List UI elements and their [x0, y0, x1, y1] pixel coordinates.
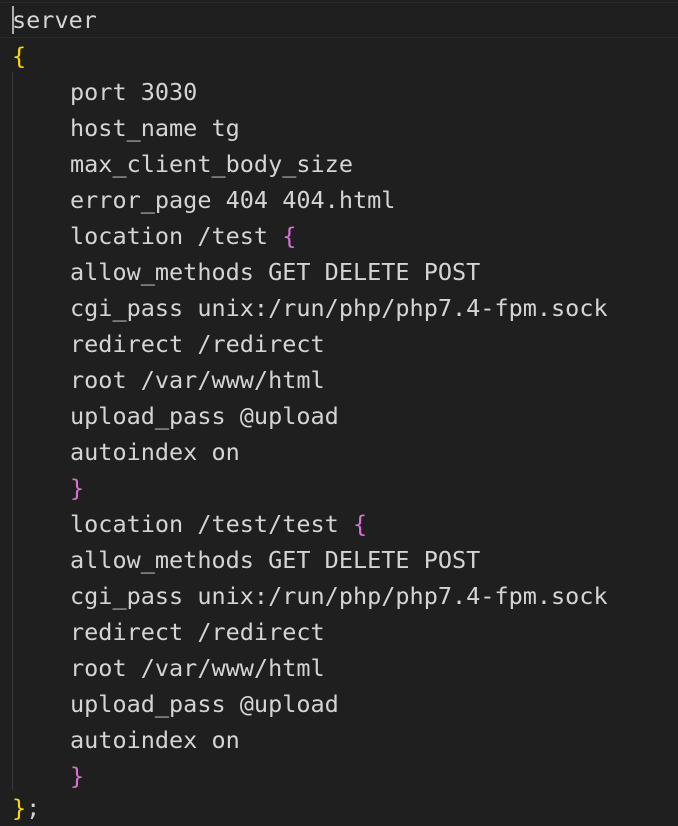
code-line-13[interactable]: autoindex on	[70, 434, 240, 470]
code-text: host_name tg	[70, 114, 240, 142]
code-line-6[interactable]: error_page 404 404.html	[70, 182, 395, 218]
code-text: allow_methods GET DELETE POST	[70, 546, 481, 574]
location-open-brace: {	[352, 510, 368, 538]
code-line-9[interactable]: cgi_pass unix:/run/php/php7.4-fpm.sock	[70, 290, 608, 326]
code-line-22[interactable]: }	[70, 758, 84, 794]
code-line-17[interactable]: cgi_pass unix:/run/php/php7.4-fpm.sock	[70, 578, 608, 614]
code-line-20[interactable]: upload_pass @upload	[70, 686, 339, 722]
code-line-2[interactable]: {	[12, 38, 26, 74]
code-line-10[interactable]: redirect /redirect	[70, 326, 325, 362]
indent-guide	[12, 72, 13, 790]
code-text: cgi_pass unix:/run/php/php7.4-fpm.sock	[70, 294, 608, 322]
code-text: port 3030	[70, 78, 198, 106]
code-line-15[interactable]: location /test/test {	[70, 506, 367, 542]
code-text: root /var/www/html	[70, 366, 325, 394]
code-line-11[interactable]: root /var/www/html	[70, 362, 325, 398]
location-close-brace: }	[70, 762, 85, 790]
code-text: redirect /redirect	[70, 330, 325, 358]
code-line-8[interactable]: allow_methods GET DELETE POST	[70, 254, 480, 290]
close-brace: }	[12, 794, 27, 822]
code-text: error_page 404 404.html	[70, 186, 396, 214]
code-line-3[interactable]: port 3030	[70, 74, 197, 110]
location-open-brace: {	[282, 222, 297, 250]
code-line-19[interactable]: root /var/www/html	[70, 650, 325, 686]
code-editor[interactable]: server { port 3030 host_name tg max_clie…	[0, 0, 678, 826]
code-line-18[interactable]: redirect /redirect	[70, 614, 325, 650]
code-text: allow_methods GET DELETE POST	[70, 258, 481, 286]
current-line-highlight	[0, 2, 678, 38]
code-line-14[interactable]: }	[70, 470, 84, 506]
code-line-7[interactable]: location /test {	[70, 218, 296, 254]
code-text: autoindex on	[70, 438, 240, 466]
code-text: location /test	[70, 222, 283, 250]
code-line-21[interactable]: autoindex on	[70, 722, 240, 758]
code-text: max_client_body_size	[70, 150, 353, 178]
location-close-brace: }	[70, 474, 85, 502]
code-text: server	[12, 6, 97, 34]
code-line-5[interactable]: max_client_body_size	[70, 146, 353, 182]
code-text: location /test/test	[70, 510, 353, 538]
code-line-23[interactable]: };	[12, 790, 40, 826]
code-text: cgi_pass unix:/run/php/php7.4-fpm.sock	[70, 582, 608, 610]
text-cursor	[12, 6, 14, 34]
code-line-4[interactable]: host_name tg	[70, 110, 240, 146]
code-text: upload_pass @upload	[70, 402, 339, 430]
code-text: upload_pass @upload	[70, 690, 339, 718]
code-line-1[interactable]: server	[12, 2, 97, 38]
code-line-12[interactable]: upload_pass @upload	[70, 398, 339, 434]
code-text: root /var/www/html	[70, 654, 325, 682]
code-line-16[interactable]: allow_methods GET DELETE POST	[70, 542, 480, 578]
code-text: redirect /redirect	[70, 618, 325, 646]
open-brace: {	[12, 42, 27, 70]
code-text: autoindex on	[70, 726, 240, 754]
semicolon: ;	[26, 794, 41, 822]
